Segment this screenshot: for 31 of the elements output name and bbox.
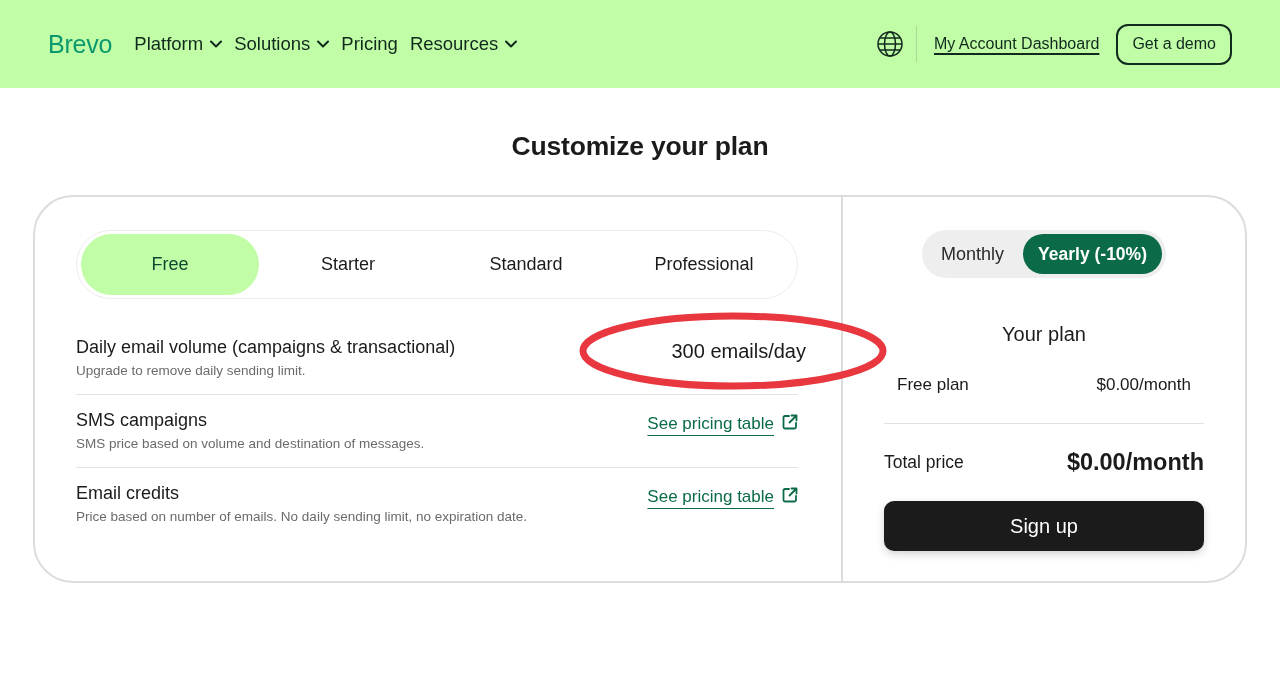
page-title: Customize your plan <box>510 130 770 162</box>
plan-name: Free plan <box>897 374 969 396</box>
external-link-icon[interactable] <box>782 487 798 503</box>
feature-title: Email credits <box>76 482 181 504</box>
nav-item[interactable]: Solutions <box>234 33 330 55</box>
plan-tab[interactable]: Standard <box>437 234 615 295</box>
plan-tab[interactable]: Professional <box>615 234 793 295</box>
nav-item[interactable]: Platform <box>134 33 223 55</box>
pricing-table-link[interactable]: See pricing table <box>647 414 774 434</box>
total-price: $0.00/month <box>1066 449 1204 476</box>
billing-option[interactable]: Monthly <box>926 234 1020 274</box>
nav-item[interactable]: Resources <box>409 33 518 55</box>
sign-up-button[interactable]: Sign up <box>884 501 1204 551</box>
get-demo-button[interactable]: Get a demo <box>1116 23 1232 65</box>
nav-item[interactable]: Pricing <box>341 33 398 55</box>
external-link-icon[interactable] <box>782 414 798 430</box>
globe-icon[interactable] <box>876 31 903 57</box>
account-dashboard-link[interactable]: My Account Dashboard <box>933 35 1100 53</box>
total-label: Total price <box>884 452 964 473</box>
feature-description: Upgrade to remove daily sending limit. <box>76 362 307 380</box>
feature-value: 300 emails/day <box>671 339 806 363</box>
pricing-table-link[interactable]: See pricing table <box>647 487 774 507</box>
plan-tab[interactable]: Free <box>81 234 259 295</box>
feature-title: SMS campaigns <box>76 409 209 431</box>
billing-option[interactable]: Yearly (-10%) <box>1023 234 1162 274</box>
feature-description: Price based on number of emails. No daily sending limit, no expiration date. <box>76 508 527 526</box>
plan-price: $0.00/month <box>1096 374 1191 396</box>
summary-heading: Your plan <box>1001 322 1087 346</box>
plan-tab[interactable]: Starter <box>259 234 437 295</box>
feature-title: Daily email volume (campaigns & transactional) <box>76 336 456 358</box>
feature-description: SMS price based on volume and destination of messages. <box>76 435 425 453</box>
